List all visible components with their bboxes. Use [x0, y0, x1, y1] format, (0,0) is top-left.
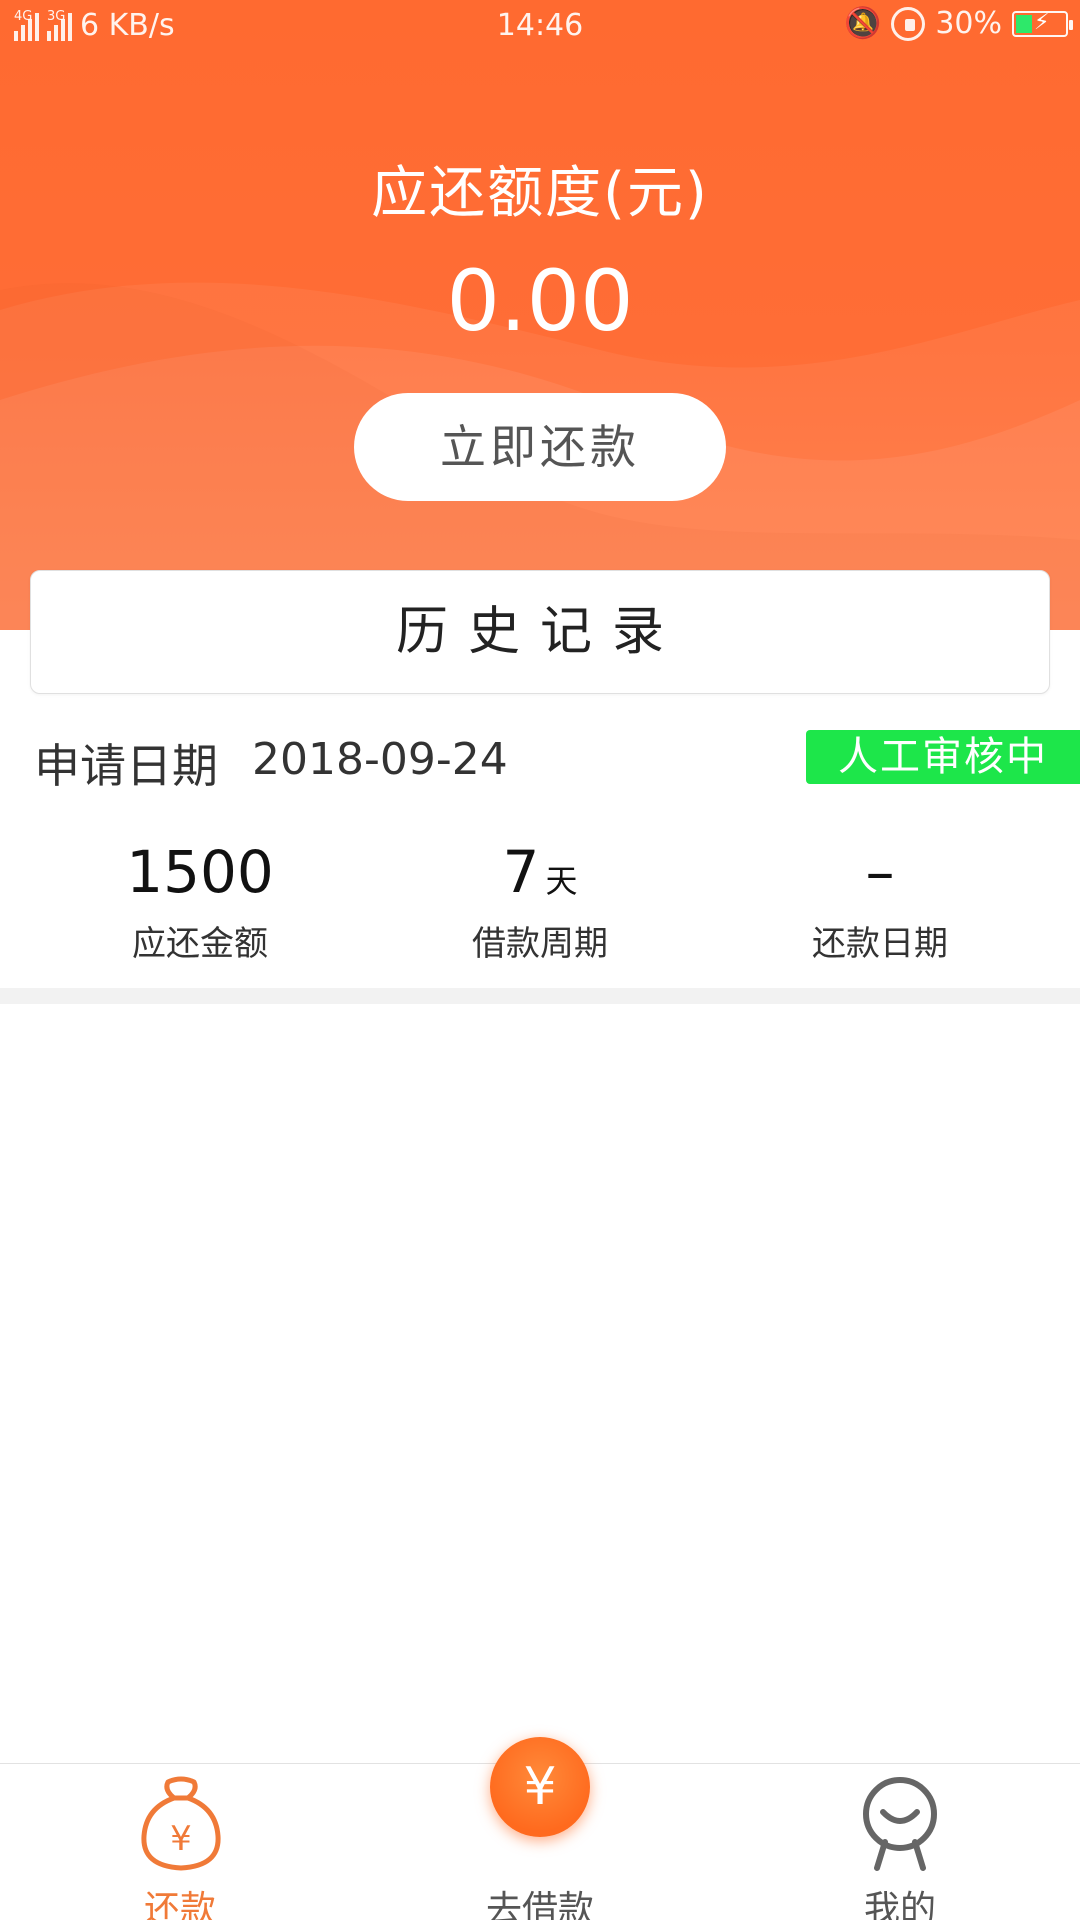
repay-amount-title: 应还额度(元): [371, 161, 709, 226]
section-divider: [0, 988, 1080, 1004]
amount-due-value: 1500: [126, 838, 274, 906]
mute-bell-icon: 🔕: [843, 6, 882, 41]
status-bar: 4G 3G 6 KB/s 14:46 🔕 30% ⚡: [0, 0, 1080, 54]
apply-date-value: 2018-09-24: [252, 734, 508, 785]
header-banner: 4G 3G 6 KB/s 14:46 🔕 30% ⚡ 应还额度(元) 0.00 …: [0, 0, 1080, 630]
stat-amount-due: 1500 应还金额: [20, 836, 380, 965]
loan-record-row[interactable]: 申请日期 2018-09-24 人工审核中: [0, 720, 1080, 800]
rotation-lock-icon: [891, 6, 926, 41]
person-icon: [863, 1777, 937, 1871]
loan-period-value: 7: [502, 838, 540, 906]
loan-stats: 1500 应还金额 7天 借款周期 – 还款日期: [0, 836, 1080, 966]
stat-repay-date: – 还款日期: [700, 836, 1060, 965]
history-records-header[interactable]: 历史记录: [30, 570, 1050, 694]
status-badge: 人工审核中: [806, 730, 1080, 784]
yen-coin-icon[interactable]: ¥: [490, 1737, 590, 1837]
status-right: 🔕 30% ⚡: [843, 6, 1073, 41]
nav-profile-tab[interactable]: 我的: [800, 1764, 1000, 1920]
repay-date-value: –: [865, 838, 895, 906]
repayment-screen: 4G 3G 6 KB/s 14:46 🔕 30% ⚡ 应还额度(元) 0.00 …: [0, 0, 1080, 1920]
apply-date-label: 申请日期: [34, 739, 218, 793]
svg-text:¥: ¥: [170, 1819, 192, 1859]
battery-percent: 30%: [935, 6, 1002, 41]
repay-now-button[interactable]: 立即还款: [354, 393, 726, 501]
stat-loan-period: 7天 借款周期: [360, 836, 720, 965]
money-bag-icon: ¥: [141, 1776, 221, 1871]
amount-due-label: 应还金额: [132, 924, 268, 964]
repay-date-label: 还款日期: [812, 924, 948, 964]
nav-profile-label: 我的: [863, 1889, 936, 1920]
battery-icon: ⚡: [1012, 10, 1073, 37]
repay-amount-value: 0.00: [446, 252, 634, 350]
loan-period-label: 借款周期: [472, 924, 608, 964]
nav-repay-label: 还款: [143, 1889, 216, 1920]
loan-period-unit: 天: [545, 862, 578, 900]
nav-loan-label: 去借款: [485, 1889, 594, 1920]
nav-repay-tab[interactable]: ¥ 还款: [80, 1764, 280, 1920]
